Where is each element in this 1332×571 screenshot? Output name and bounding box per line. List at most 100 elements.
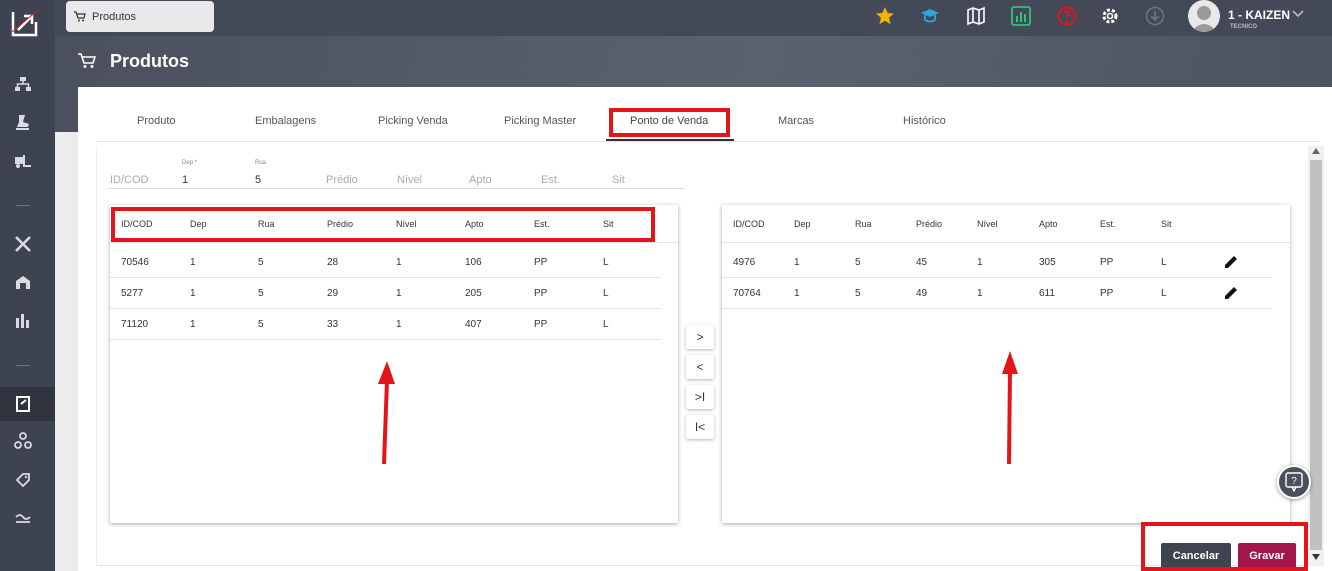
- scrollbar-thumb[interactable]: [1310, 160, 1322, 550]
- page-title: Produtos: [110, 51, 189, 71]
- row-divider: [110, 308, 661, 309]
- sitemap-icon[interactable]: [14, 75, 32, 93]
- scroll-down-icon[interactable]: [1312, 554, 1320, 560]
- table-cell: 1: [794, 288, 800, 299]
- move-all-right-button[interactable]: >I: [686, 385, 714, 409]
- filter-est-input[interactable]: Est.: [541, 174, 560, 186]
- chart-bars-icon[interactable]: [14, 312, 32, 330]
- col-header-nivel[interactable]: Nível: [977, 219, 998, 229]
- annotation-arrow-up: [378, 361, 395, 465]
- dashboard-icon[interactable]: [1011, 6, 1031, 26]
- filter-predio-input[interactable]: Prédio: [326, 174, 358, 186]
- table-cell: 407: [465, 319, 482, 330]
- table-cell: L: [1161, 257, 1167, 268]
- top-bar: Produtos 1 - KAIZEN TECNICO: [55, 0, 1332, 36]
- highlight-box-header: [111, 207, 655, 242]
- table-cell: 1: [190, 288, 196, 299]
- table-cell: 33: [327, 319, 339, 330]
- warehouse-icon[interactable]: [14, 273, 32, 291]
- col-header-predio[interactable]: Prédio: [916, 219, 942, 229]
- active-tab-indicator: [606, 139, 734, 141]
- table-cell: PP: [534, 288, 548, 299]
- flow-icon[interactable]: [14, 510, 32, 528]
- filter-nivel-input[interactable]: Nível: [397, 174, 422, 186]
- edit-pencil-icon[interactable]: [1223, 285, 1239, 301]
- row-divider: [110, 277, 661, 278]
- cart-icon: [74, 11, 86, 22]
- table-cell: 1: [977, 257, 983, 268]
- user-name[interactable]: 1 - KAIZEN: [1228, 8, 1290, 22]
- tools-icon[interactable]: [14, 235, 32, 253]
- filter-sit-input[interactable]: Sit: [612, 174, 625, 186]
- avatar[interactable]: [1188, 0, 1220, 32]
- map-icon[interactable]: [966, 6, 986, 26]
- sidebar-divider: [16, 205, 30, 206]
- tag-icon[interactable]: [14, 471, 32, 489]
- document-edit-icon[interactable]: [14, 395, 32, 413]
- table-cell: L: [1161, 288, 1167, 299]
- col-header-est[interactable]: Est.: [1100, 219, 1116, 229]
- sidebar-divider: [16, 365, 30, 366]
- table-header-divider: [110, 242, 678, 243]
- table-cell: 5277: [121, 288, 144, 299]
- tab-historico[interactable]: Histórico: [903, 115, 946, 127]
- chevron-down-icon[interactable]: [1292, 10, 1304, 18]
- cart-icon: [78, 53, 96, 68]
- forklift-icon[interactable]: [14, 152, 32, 170]
- col-header-idcod[interactable]: ID/COD: [733, 219, 765, 229]
- move-all-left-icon: I<: [694, 420, 706, 434]
- app-logo[interactable]: [10, 8, 40, 38]
- table-cell: 29: [327, 288, 339, 299]
- move-all-left-button[interactable]: I<: [686, 415, 714, 439]
- move-right-button[interactable]: >: [686, 325, 714, 349]
- star-icon[interactable]: [875, 6, 895, 26]
- tab-marcas[interactable]: Marcas: [778, 115, 814, 127]
- table-cell: 611: [1039, 288, 1055, 299]
- table-cell: 1: [794, 257, 800, 268]
- help-circle-icon[interactable]: [1057, 6, 1077, 26]
- tab-picking-master[interactable]: Picking Master: [504, 115, 576, 127]
- filter-dep-label: Dep *: [182, 160, 198, 166]
- row-divider: [722, 308, 1272, 309]
- table-cell: PP: [1100, 288, 1114, 299]
- move-all-right-icon: >I: [694, 390, 706, 404]
- tab-picking-venda[interactable]: Picking Venda: [378, 115, 448, 127]
- table-cell: 1: [977, 288, 983, 299]
- row-divider: [722, 277, 1272, 278]
- edit-pencil-icon[interactable]: [1223, 254, 1239, 270]
- col-header-apto[interactable]: Apto: [1039, 219, 1058, 229]
- filter-dep-input[interactable]: 1: [182, 174, 188, 186]
- filter-rua-input[interactable]: 5: [255, 174, 261, 186]
- table-cell: 5: [258, 319, 264, 330]
- table-cell: L: [603, 288, 609, 299]
- download-icon[interactable]: [1145, 6, 1165, 26]
- move-left-button[interactable]: <: [686, 355, 714, 379]
- open-tab-chip[interactable]: Produtos: [66, 1, 214, 32]
- tab-embalagens[interactable]: Embalagens: [255, 115, 316, 127]
- settings-icon[interactable]: [1100, 6, 1120, 26]
- open-tab-label: Produtos: [92, 10, 137, 23]
- col-header-dep[interactable]: Dep: [794, 219, 811, 229]
- table-cell: 305: [1039, 257, 1056, 268]
- table-cell: PP: [1100, 257, 1114, 268]
- filter-idcod-input[interactable]: ID/COD: [110, 174, 149, 186]
- filter-rua-label: Rua: [255, 160, 267, 166]
- tab-produto[interactable]: Produto: [137, 115, 176, 127]
- col-header-sit[interactable]: Sit: [1161, 219, 1172, 229]
- boxes-icon[interactable]: [14, 432, 32, 450]
- filter-apto-input[interactable]: Apto: [469, 174, 492, 186]
- table-cell: L: [603, 319, 609, 330]
- graduation-cap-icon[interactable]: [920, 6, 940, 26]
- scroll-up-icon[interactable]: [1312, 148, 1320, 154]
- col-header-rua[interactable]: Rua: [855, 219, 872, 229]
- table-cell: 1: [396, 257, 402, 268]
- table-header-divider: [722, 242, 1290, 243]
- table-cell: 45: [916, 257, 928, 268]
- table-cell: 5: [258, 288, 264, 299]
- stamp-icon[interactable]: [14, 113, 32, 131]
- help-chat-button[interactable]: ?: [1277, 465, 1311, 499]
- table-cell: PP: [534, 257, 548, 268]
- sidebar: [0, 0, 55, 571]
- table-cell: 1: [396, 288, 402, 299]
- help-chat-icon: ?: [1285, 472, 1303, 492]
